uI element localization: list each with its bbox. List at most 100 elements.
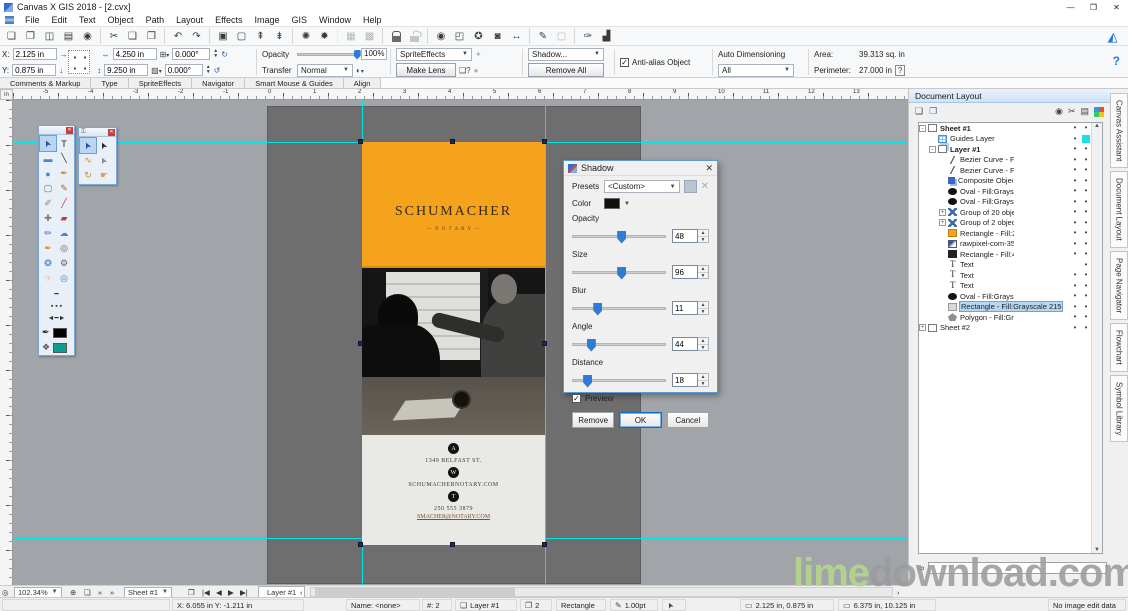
rectangle-tool[interactable]: ▬ <box>40 151 56 166</box>
remove-all-button[interactable]: Remove All <box>528 63 604 77</box>
fit-width-icon[interactable]: ↔ <box>507 28 526 44</box>
highlighter-tool[interactable]: ✏ <box>40 226 56 241</box>
card-contact-section[interactable]: A 1349 BELFAST ST. W SCHUMACHERNOTARY.CO… <box>362 435 545 545</box>
menu-item[interactable]: File <box>19 15 46 25</box>
lock-dot[interactable] <box>1082 282 1090 290</box>
undo-icon[interactable]: ↶ <box>164 28 187 44</box>
slider-thumb[interactable] <box>617 267 626 280</box>
transfer-options-icon[interactable]: ◐▾ <box>356 66 364 75</box>
tree-expander[interactable] <box>939 177 946 184</box>
help-button[interactable]: ? <box>1113 54 1120 68</box>
lasso-tool[interactable]: ▢ <box>40 181 56 196</box>
toolbox-titlebar[interactable]: ⚿ ✕ <box>79 128 116 137</box>
slider-track[interactable] <box>572 271 666 274</box>
fill-color-control[interactable]: ❖ <box>39 340 74 355</box>
visibility-dot[interactable] <box>1071 135 1079 143</box>
layer-tree-row[interactable]: Rectangle - Fill:Grayscale 215 <box>919 302 1102 313</box>
object-select-tool[interactable]: ➤ <box>80 138 96 153</box>
slider-value-input[interactable] <box>672 265 698 279</box>
knife-tool[interactable]: ╱ <box>56 196 72 211</box>
tree-expander[interactable] <box>939 156 946 163</box>
lock-icon[interactable] <box>382 28 405 44</box>
layer-tree-row[interactable]: Rectangle - Fill:255r 167g 0b <box>919 228 1102 239</box>
paste-icon[interactable]: ❒ <box>142 28 161 44</box>
layer-tree-row[interactable]: + Group of 20 objects <box>919 207 1102 218</box>
ungroup-icon[interactable]: ▢ <box>232 28 251 44</box>
selection-handle[interactable] <box>450 139 455 144</box>
palette-tab[interactable]: SpriteEffects <box>129 78 192 88</box>
selection-handle[interactable] <box>542 341 547 346</box>
slider-value-input[interactable] <box>672 229 698 243</box>
rotation-spinner[interactable]: ▲▼ <box>213 49 218 59</box>
slider-value-input[interactable] <box>672 373 698 387</box>
layer-tree-row[interactable]: - Sheet #1 <box>919 123 1102 134</box>
print-layers-icon[interactable]: ▤ <box>1080 106 1089 117</box>
y-input[interactable] <box>12 64 56 76</box>
eraser-tool[interactable]: ☁ <box>56 226 72 241</box>
lock-icon[interactable]: ⚿ <box>81 129 86 136</box>
tree-expander[interactable] <box>939 261 946 268</box>
menu-item[interactable]: Layout <box>170 15 209 25</box>
layer-search-input[interactable] <box>928 562 1107 574</box>
visibility-dot[interactable] <box>1071 313 1079 321</box>
snap-grid-icon[interactable]: ▩ <box>360 28 379 44</box>
lock-dot[interactable] <box>1082 219 1090 227</box>
multi-select-tool[interactable]: ➤ <box>96 138 112 153</box>
visibility-dot[interactable] <box>1071 229 1079 237</box>
lock-dot[interactable] <box>1082 187 1090 195</box>
artboard-card[interactable]: SCHUMACHER — N O T A R Y — A 1349 BELFAS… <box>362 142 545 545</box>
visibility-dot[interactable] <box>1071 198 1079 206</box>
shadow-color-swatch[interactable] <box>604 198 620 209</box>
tree-expander[interactable] <box>939 198 946 205</box>
effects-tool[interactable]: ⚙ <box>56 256 72 271</box>
save-icon[interactable]: ◫ <box>40 28 59 44</box>
menu-item[interactable]: Edit <box>46 15 74 25</box>
panel-tab[interactable]: Page Navigator <box>1110 251 1128 320</box>
visibility-dot[interactable] <box>1071 240 1079 248</box>
slider-thumb[interactable] <box>593 303 602 316</box>
layer-tree-row[interactable]: - Layer #1 <box>919 144 1102 155</box>
skew-options-icon[interactable]: ▨▾ <box>151 66 162 75</box>
tree-expander[interactable] <box>939 167 946 174</box>
layer-tree-row[interactable]: Bezier Curve - Fill:Grayscale 2 <box>919 165 1102 176</box>
skew-spinner[interactable]: ▲▼ <box>206 65 211 75</box>
rotation-input[interactable] <box>172 48 210 60</box>
visibility-dot[interactable] <box>1071 208 1079 216</box>
dimension-help-icon[interactable]: ? <box>895 65 905 76</box>
hand-tool[interactable]: ☞ <box>40 271 56 286</box>
value-spinner[interactable]: ▲▼ <box>698 373 709 387</box>
tree-expander[interactable] <box>939 282 946 289</box>
open-icon[interactable]: ❐ <box>21 28 40 44</box>
pen-color-control[interactable]: ✒ <box>39 325 74 340</box>
grid-icon[interactable]: ▦ <box>337 28 360 44</box>
lens-help-icon[interactable]: ❏? <box>459 66 471 75</box>
height-input[interactable] <box>104 64 148 76</box>
selection-handle[interactable] <box>542 542 547 547</box>
palette-tab[interactable]: Comments & Markup <box>0 78 91 88</box>
slider-track[interactable] <box>572 343 666 346</box>
tree-scrollbar[interactable]: ▲▼ <box>1091 123 1102 553</box>
canvas-area[interactable]: SCHUMACHER — N O T A R Y — A 1349 BELFAS… <box>13 100 908 585</box>
zoom-level-select[interactable]: 102.34%▼ <box>14 587 62 598</box>
opacity-slider[interactable] <box>297 53 358 56</box>
layer-tree-row[interactable]: Oval - Fill:Grayscale 0 - Pen: <box>919 186 1102 197</box>
menu-item[interactable]: GIS <box>285 15 313 25</box>
lock-dot[interactable] <box>1082 124 1090 132</box>
lock-dot[interactable] <box>1082 229 1090 237</box>
selection-handle[interactable] <box>358 139 363 144</box>
presets-select[interactable]: <Custom>▼ <box>604 180 680 193</box>
minimize-button[interactable]: — <box>1059 1 1082 14</box>
panel-tab[interactable]: Flowchart <box>1110 323 1128 372</box>
select-tool[interactable]: ➤ <box>40 136 56 151</box>
effects-front-icon[interactable]: ✺ <box>292 28 315 44</box>
panel-tab[interactable]: Symbol Library <box>1110 375 1128 442</box>
send-backward-icon[interactable]: ⇟ <box>270 28 289 44</box>
skew-input[interactable] <box>165 64 203 76</box>
tree-expander[interactable]: - <box>919 125 926 132</box>
menu-item[interactable]: Object <box>102 15 140 25</box>
group-icon[interactable]: ▣ <box>209 28 232 44</box>
effects-back-icon[interactable]: ✹ <box>315 28 334 44</box>
layer-tree-row[interactable]: Oval - Fill:Grayscale 0 - Pen: <box>919 197 1102 208</box>
lens-effects-icon[interactable]: ✪ <box>469 28 488 44</box>
copy-icon[interactable]: ❑ <box>123 28 142 44</box>
